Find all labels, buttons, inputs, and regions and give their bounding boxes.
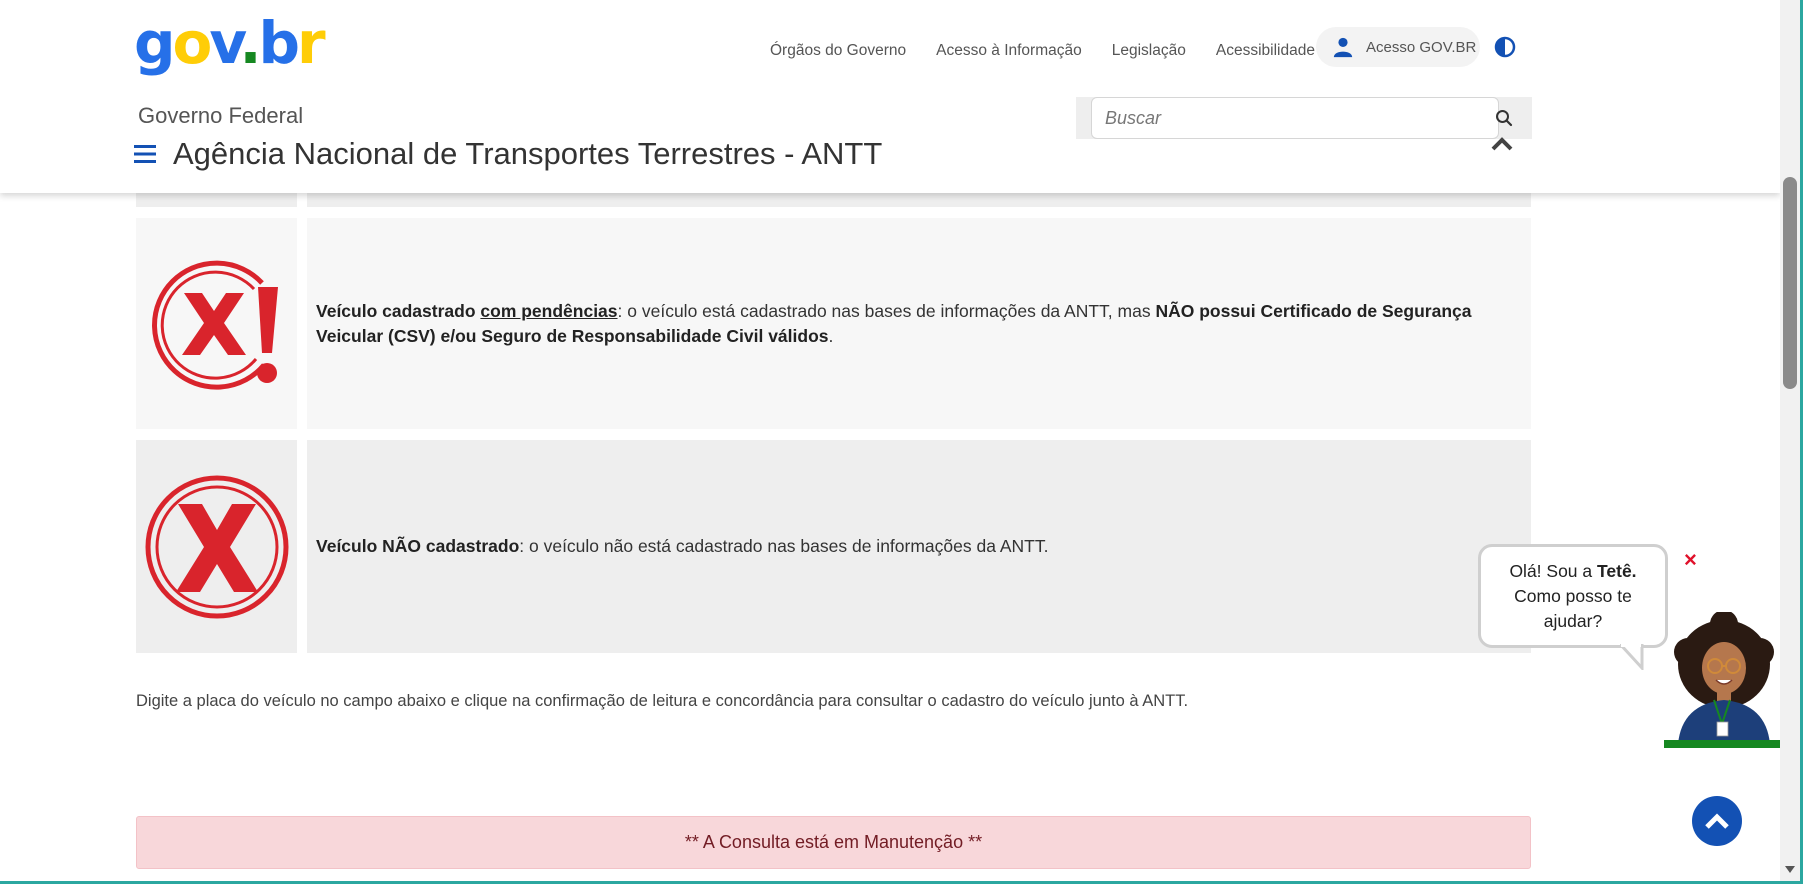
govbr-logo[interactable]: gov.br [134, 14, 326, 72]
status-icon-cell [136, 218, 297, 429]
back-to-top-button[interactable] [1692, 796, 1742, 846]
scroll-down-arrow-icon[interactable] [1785, 866, 1795, 874]
chat-close-icon[interactable]: × [1684, 549, 1697, 571]
top-navigation: Órgãos do Governo Acesso à Informação Le… [770, 36, 1345, 66]
x-stamp-icon [145, 475, 289, 619]
nav-orgaos-governo[interactable]: Órgãos do Governo [770, 42, 906, 60]
login-govbr-button[interactable]: Acesso GOV.BR [1316, 27, 1480, 67]
scrollbar-thumb[interactable] [1783, 177, 1797, 389]
search-container [1076, 97, 1532, 139]
login-label: Acesso GOV.BR [1366, 38, 1477, 56]
nav-acesso-informacao[interactable]: Acesso à Informação [936, 42, 1082, 60]
nav-legislacao[interactable]: Legislação [1112, 42, 1186, 60]
chevron-up-icon [1705, 813, 1729, 829]
status-row-pending: Veículo cadastrado com pendências: o veí… [136, 218, 1531, 429]
scrollbar-track[interactable] [1780, 0, 1800, 881]
search-input[interactable] [1091, 97, 1499, 139]
menu-icon[interactable] [134, 143, 156, 165]
maintenance-alert: ** A Consulta está em Manutenção ** [136, 816, 1531, 869]
page-title: Agência Nacional de Transportes Terrestr… [173, 136, 883, 171]
site-header: gov.br Órgãos do Governo Acesso à Inform… [0, 0, 1780, 193]
chat-bubble[interactable]: Olá! Sou a Tetê. Como posso te ajudar? [1478, 544, 1668, 648]
x-alert-stamp-icon [152, 260, 278, 390]
status-icon-cell [136, 440, 297, 653]
pending-link[interactable]: com pendências [480, 301, 617, 321]
governo-federal-label: Governo Federal [138, 103, 304, 128]
user-icon [1333, 37, 1353, 58]
instructions-text: Digite a placa do veículo no campo abaix… [136, 692, 1189, 710]
status-description: Veículo cadastrado com pendências: o veí… [307, 218, 1531, 429]
nav-acessibilidade[interactable]: Acessibilidade [1216, 42, 1315, 60]
status-row-not-registered: Veículo NÃO cadastrado: o veículo não es… [136, 440, 1531, 653]
chevron-up-icon[interactable] [1490, 136, 1514, 152]
contrast-icon[interactable] [1494, 36, 1516, 58]
search-icon[interactable] [1495, 109, 1513, 127]
status-description: Veículo NÃO cadastrado: o veículo não es… [307, 440, 1531, 653]
chat-bubble-tail [1620, 644, 1644, 670]
assistant-avatar[interactable] [1662, 612, 1780, 748]
